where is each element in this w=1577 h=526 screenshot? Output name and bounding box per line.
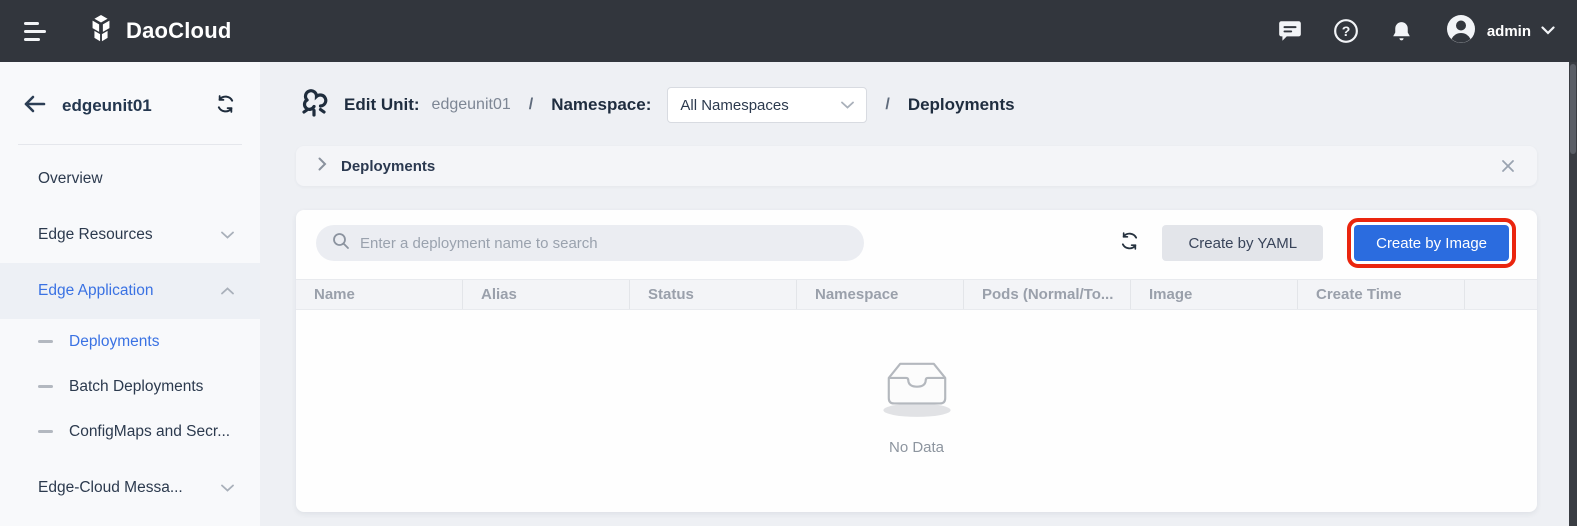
sidebar-item-label: Deployments (69, 333, 159, 351)
table-header: Name Alias Status Namespace Pods (Normal… (296, 279, 1537, 310)
column-header-name[interactable]: Name (296, 280, 463, 309)
breadcrumb: Deployments (296, 146, 1537, 186)
sidebar-item-label: Batch Deployments (69, 378, 203, 396)
deployments-panel: Create by YAML Create by Image Name Alia… (296, 210, 1537, 512)
sidebar-item-configmaps-secrets[interactable]: ConfigMaps and Secr... (0, 409, 260, 454)
avatar (1445, 13, 1477, 50)
dash-icon (38, 340, 53, 343)
column-header-alias[interactable]: Alias (463, 280, 630, 309)
scrollbar-thumb[interactable] (1570, 64, 1576, 154)
breadcrumb-chevron-icon (318, 157, 327, 176)
chevron-down-icon (841, 96, 854, 114)
sidebar-refresh-icon[interactable] (215, 94, 236, 119)
search-input[interactable] (360, 235, 848, 252)
empty-state: No Data (296, 310, 1537, 512)
column-header-actions (1465, 280, 1537, 309)
back-arrow-icon[interactable] (24, 95, 46, 118)
namespace-label: Namespace: (551, 95, 651, 115)
column-header-status[interactable]: Status (630, 280, 797, 309)
page-title: Deployments (908, 95, 1015, 115)
edit-unit-value: edgeunit01 (432, 96, 511, 114)
sidebar-item-label: Edge Application (38, 282, 153, 300)
page-header: Edit Unit: edgeunit01 / Namespace: All N… (296, 78, 1537, 132)
user-chevron-down-icon (1541, 22, 1555, 40)
sidebar-divider (18, 144, 242, 145)
unit-name: edgeunit01 (62, 96, 152, 116)
main-content: Edit Unit: edgeunit01 / Namespace: All N… (260, 62, 1577, 526)
user-menu[interactable]: admin (1445, 13, 1555, 50)
brand-name: DaoCloud (126, 18, 231, 44)
menu-toggle-icon[interactable] (24, 22, 46, 41)
column-header-pods[interactable]: Pods (Normal/To... (964, 280, 1131, 309)
refresh-icon[interactable] (1119, 231, 1140, 256)
separator: / (529, 96, 533, 114)
svg-text:?: ? (1342, 23, 1351, 39)
top-navbar: DaoCloud ? (0, 0, 1577, 62)
empty-inbox-icon (874, 352, 960, 425)
sidebar-item-edge-cloud-message[interactable]: Edge-Cloud Messa... (0, 460, 260, 516)
sidebar-item-edge-application[interactable]: Edge Application (0, 263, 260, 319)
chevron-down-icon (221, 479, 234, 497)
sidebar-item-batch-deployments[interactable]: Batch Deployments (0, 364, 260, 409)
sidebar: edgeunit01 Overview Edge Resources Edge … (0, 62, 260, 526)
sidebar-item-label: Edge Resources (38, 226, 153, 244)
scrollbar[interactable] (1569, 62, 1577, 526)
chevron-up-icon (221, 282, 234, 300)
create-by-yaml-button[interactable]: Create by YAML (1162, 225, 1323, 261)
messages-icon[interactable] (1277, 18, 1303, 44)
column-header-create-time[interactable]: Create Time (1298, 280, 1465, 309)
namespace-select-value: All Namespaces (680, 97, 788, 114)
dash-icon (38, 430, 53, 433)
sidebar-item-edge-resources[interactable]: Edge Resources (0, 207, 260, 263)
dash-icon (38, 385, 53, 388)
sidebar-item-label: Edge-Cloud Messa... (38, 479, 183, 497)
edge-unit-icon (296, 85, 332, 126)
breadcrumb-label: Deployments (341, 158, 435, 175)
sidebar-item-deployments[interactable]: Deployments (0, 319, 260, 364)
create-by-image-button[interactable]: Create by Image (1354, 225, 1509, 261)
search-box[interactable] (316, 225, 864, 261)
namespace-select[interactable]: All Namespaces (667, 87, 867, 123)
sidebar-item-overview[interactable]: Overview (0, 151, 260, 207)
sidebar-item-label: ConfigMaps and Secr... (69, 423, 230, 441)
toolbar: Create by YAML Create by Image (296, 210, 1537, 279)
help-icon[interactable]: ? (1333, 18, 1359, 44)
edit-unit-label: Edit Unit: (344, 95, 420, 115)
chevron-down-icon (221, 226, 234, 244)
user-name: admin (1487, 23, 1531, 40)
empty-text: No Data (889, 439, 944, 456)
daocloud-cube-icon (86, 14, 116, 49)
separator: / (885, 96, 889, 114)
brand-logo[interactable]: DaoCloud (86, 14, 231, 49)
close-icon[interactable] (1501, 159, 1515, 173)
sidebar-item-label: Overview (38, 170, 103, 188)
column-header-image[interactable]: Image (1131, 280, 1298, 309)
notifications-bell-icon[interactable] (1389, 18, 1415, 44)
column-header-namespace[interactable]: Namespace (797, 280, 964, 309)
search-icon (332, 232, 350, 255)
